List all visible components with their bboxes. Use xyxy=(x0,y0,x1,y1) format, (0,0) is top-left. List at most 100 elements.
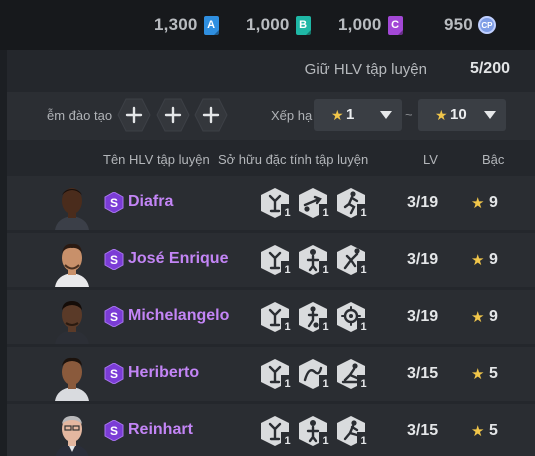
coach-row[interactable]: S Heriberto 1 1 1 3/15 ★ 5 xyxy=(7,347,535,401)
caret-down-icon xyxy=(484,111,496,119)
trait-list: 1 1 1 xyxy=(261,415,373,447)
special-badge-icon: S xyxy=(104,248,124,271)
table-header: Tên HLV tập luyện Sở hữu đặc tính tập lu… xyxy=(7,144,535,174)
star-icon: ★ xyxy=(471,195,485,212)
shot-trait-icon[interactable]: 1 xyxy=(299,187,335,219)
svg-text:S: S xyxy=(110,424,118,438)
currency-b-value: 1,000 xyxy=(246,15,290,34)
caret-down-icon xyxy=(380,111,392,119)
coach-lv: 3/19 xyxy=(407,251,439,268)
hold-count: 5/200 xyxy=(469,60,510,77)
coach-portrait xyxy=(51,410,93,456)
filter-row: ễm đào tạo Xếp hạ ★ 1 ~ ★ 10 xyxy=(7,92,535,140)
svg-text:S: S xyxy=(110,253,118,267)
curve-trait-icon[interactable]: 1 xyxy=(299,358,335,390)
cp-coin-icon: CP xyxy=(477,16,496,34)
svg-text:1: 1 xyxy=(360,207,366,219)
header-trait-icon[interactable]: 1 xyxy=(299,244,335,276)
hold-label: Giữ HLV tập luyện xyxy=(304,61,427,78)
star-icon: ★ xyxy=(471,366,485,383)
coupon-b-icon: B xyxy=(295,15,311,35)
coach-rank: 9 xyxy=(489,251,498,268)
currency-cp-value: 950 xyxy=(444,15,473,34)
kick-trait-icon[interactable]: 1 xyxy=(337,415,373,447)
coach-panel: Giữ HLV tập luyện 5/200 ễm đào tạo Xếp h… xyxy=(7,50,535,456)
trait-list: 1 1 1 xyxy=(261,187,373,219)
svg-text:1: 1 xyxy=(360,321,366,333)
coach-row[interactable]: S José Enrique 1 1 1 3/19 ★ 9 xyxy=(7,233,535,287)
rank-to-dropdown[interactable]: ★ 10 xyxy=(418,99,506,131)
coach-portrait xyxy=(51,182,93,230)
fitness-trait-icon[interactable]: 1 xyxy=(261,244,297,276)
coach-lv: 3/15 xyxy=(407,422,439,439)
svg-text:S: S xyxy=(110,310,118,324)
star-icon: ★ xyxy=(435,107,448,123)
svg-text:1: 1 xyxy=(284,264,290,276)
star-icon: ★ xyxy=(471,252,485,269)
hold-row: Giữ HLV tập luyện 5/200 xyxy=(7,50,535,88)
coach-portrait xyxy=(51,296,93,344)
currency-c-value: 1,000 xyxy=(338,15,382,34)
header-traits[interactable]: Sở hữu đặc tính tập luyện xyxy=(218,152,368,167)
special-badge-icon: S xyxy=(104,191,124,214)
coach-rank: 5 xyxy=(489,365,498,382)
star-icon: ★ xyxy=(471,309,485,326)
coach-lv: 3/19 xyxy=(407,194,439,211)
fitness-trait-icon[interactable]: 1 xyxy=(261,415,297,447)
tackle-trait-icon[interactable]: 1 xyxy=(337,244,373,276)
coach-row[interactable]: S Michelangelo 1 1 1 3/19 ★ 9 xyxy=(7,290,535,344)
svg-text:1: 1 xyxy=(284,435,290,447)
slide-trait-icon[interactable]: 1 xyxy=(337,358,373,390)
svg-text:S: S xyxy=(110,196,118,210)
fitness-trait-icon[interactable]: 1 xyxy=(261,358,297,390)
header-rank[interactable]: Bậc xyxy=(482,152,504,167)
fitness-trait-icon[interactable]: 1 xyxy=(261,187,297,219)
coach-name: Michelangelo xyxy=(128,307,230,324)
sprint-trait-icon[interactable]: 1 xyxy=(337,187,373,219)
coupon-a-icon: A xyxy=(203,15,219,35)
svg-text:1: 1 xyxy=(322,321,328,333)
currency-cp: 950 CP xyxy=(444,14,496,36)
currency-a: 1,300 A xyxy=(154,14,219,36)
plus-icon[interactable] xyxy=(116,97,152,133)
trait-list: 1 1 1 xyxy=(261,301,373,333)
star-icon: ★ xyxy=(331,107,344,123)
coach-lv: 3/15 xyxy=(407,365,439,382)
svg-text:1: 1 xyxy=(284,321,290,333)
svg-text:1: 1 xyxy=(284,207,290,219)
svg-text:1: 1 xyxy=(322,378,328,390)
rank-from-value: 1 xyxy=(346,106,355,123)
svg-text:1: 1 xyxy=(322,264,328,276)
fitness-trait-icon[interactable]: 1 xyxy=(261,301,297,333)
trait-list: 1 1 1 xyxy=(261,358,373,390)
header-trait-icon[interactable]: 1 xyxy=(299,415,335,447)
special-badge-icon: S xyxy=(104,362,124,385)
coupon-c-icon: C xyxy=(387,15,403,35)
range-separator: ~ xyxy=(405,107,413,122)
svg-text:1: 1 xyxy=(360,378,366,390)
svg-text:1: 1 xyxy=(360,264,366,276)
svg-text:1: 1 xyxy=(322,207,328,219)
currency-a-value: 1,300 xyxy=(154,15,198,34)
dribble-trait-icon[interactable]: 1 xyxy=(299,301,335,333)
trait-list: 1 1 1 xyxy=(261,244,373,276)
vision-trait-icon[interactable]: 1 xyxy=(337,301,373,333)
header-name[interactable]: Tên HLV tập luyện xyxy=(103,152,210,167)
coach-lv: 3/19 xyxy=(407,308,439,325)
coach-portrait xyxy=(51,353,93,401)
special-badge-icon: S xyxy=(104,419,124,442)
currency-b: 1,000 B xyxy=(246,14,311,36)
coach-row[interactable]: S Reinhart 1 1 1 3/15 ★ 5 xyxy=(7,404,535,456)
rank-from-dropdown[interactable]: ★ 1 xyxy=(314,99,402,131)
coach-portrait xyxy=(51,239,93,287)
svg-text:1: 1 xyxy=(360,435,366,447)
svg-text:S: S xyxy=(110,367,118,381)
header-lv[interactable]: LV xyxy=(423,152,438,167)
svg-text:1: 1 xyxy=(284,378,290,390)
coach-name: Reinhart xyxy=(128,421,193,438)
coach-rank: 9 xyxy=(489,194,498,211)
coach-row[interactable]: S Diafra 1 1 1 3/19 ★ 9 xyxy=(7,176,535,230)
currency-c: 1,000 C xyxy=(338,14,403,36)
plus-icon[interactable] xyxy=(193,97,229,133)
plus-icon[interactable] xyxy=(155,97,191,133)
